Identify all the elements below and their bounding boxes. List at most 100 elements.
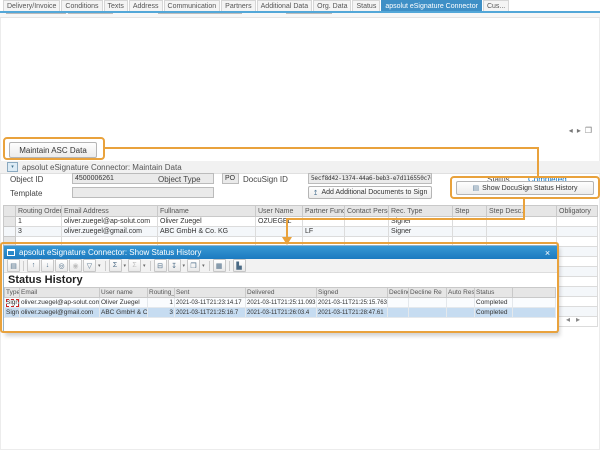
table-cell[interactable]: LF xyxy=(303,227,345,237)
table-cell[interactable] xyxy=(557,257,598,267)
column-header[interactable]: Step Desc. xyxy=(487,206,557,217)
tab-overview-icon[interactable]: ❐ xyxy=(585,126,592,135)
table-cell[interactable]: Oliver Zuegel xyxy=(158,217,256,227)
tab-scroll-right-icon[interactable]: ▸ xyxy=(577,126,581,135)
table-settings-icon[interactable]: ▦ xyxy=(213,259,226,272)
column-header[interactable]: User name xyxy=(100,288,148,298)
table-row[interactable]: Signeroliver.zuegel@gmail.comABC GmbH & … xyxy=(5,308,556,318)
table-cell[interactable] xyxy=(388,308,409,318)
table-cell[interactable] xyxy=(557,287,598,297)
tab-texts[interactable]: Texts xyxy=(104,0,128,11)
table-cell[interactable] xyxy=(453,227,487,237)
column-header[interactable]: Type xyxy=(5,288,20,298)
table-cell[interactable]: 2021-03-11T21:28:47.61 xyxy=(317,308,388,318)
sort-ascending-icon[interactable]: ↑ xyxy=(27,259,40,272)
table-cell[interactable]: ABC GmbH & Co.. xyxy=(100,308,148,318)
maintain-asc-data-button[interactable]: Maintain ASC Data xyxy=(9,142,97,158)
column-header[interactable]: Delivered xyxy=(246,288,317,298)
table-cell[interactable]: Completed xyxy=(475,308,513,318)
table-row[interactable]: Signeroliver.zuegel@ap-solut.comOliver Z… xyxy=(5,298,556,308)
subtotal-icon[interactable]: Σ xyxy=(128,259,141,272)
table-cell[interactable]: 3 xyxy=(148,308,175,318)
table-cell[interactable]: oliver.zuegel@ap-solut.com xyxy=(20,298,100,308)
tab-apsolut-esignature-connector[interactable]: apsolut eSignature Connector xyxy=(381,0,482,11)
table-cell[interactable] xyxy=(345,227,389,237)
local-file-icon-caret[interactable]: ▾ xyxy=(202,263,205,269)
tab-address[interactable]: Address xyxy=(129,0,163,11)
column-header[interactable]: Obligatory xyxy=(557,206,598,217)
table-cell[interactable] xyxy=(557,247,598,257)
pager-prev-icon[interactable]: ◂ xyxy=(566,315,570,324)
table-cell[interactable] xyxy=(557,297,598,307)
graphic-icon[interactable]: ▙ xyxy=(233,259,246,272)
table-row[interactable]: 3oliver.zuegel@gmail.comABC GmbH & Co. K… xyxy=(4,227,598,237)
table-cell[interactable] xyxy=(487,217,557,227)
tab-partners[interactable]: Partners xyxy=(221,0,255,11)
export-icon-caret[interactable]: ▾ xyxy=(183,263,186,269)
local-file-icon[interactable]: ❒ xyxy=(187,259,200,272)
sum-icon[interactable]: Σ xyxy=(109,259,122,272)
sort-descending-icon[interactable]: ↓ xyxy=(41,259,54,272)
tab-conditions[interactable]: Conditions xyxy=(61,0,102,11)
find-next-icon[interactable]: ◉ xyxy=(69,259,82,272)
table-cell[interactable] xyxy=(388,298,409,308)
table-cell[interactable] xyxy=(447,308,475,318)
export-icon[interactable]: ↧ xyxy=(168,259,181,272)
dialog-title-bar[interactable]: apsolut eSignature Connector: Show Statu… xyxy=(4,246,557,259)
table-cell[interactable]: 2021-03-11T21:25:15.763 xyxy=(317,298,388,308)
column-header[interactable]: Status xyxy=(475,288,513,298)
column-header[interactable]: Routing_ xyxy=(148,288,175,298)
column-header[interactable]: Email Address xyxy=(62,206,158,217)
tab-scroll-left-icon[interactable]: ◂ xyxy=(569,126,573,135)
print-icon[interactable]: ⊟ xyxy=(154,259,167,272)
table-cell[interactable] xyxy=(303,217,345,227)
table-cell[interactable] xyxy=(409,298,447,308)
table-cell[interactable]: Signer xyxy=(5,298,20,308)
table-cell[interactable] xyxy=(557,277,598,287)
find-icon[interactable]: ◎ xyxy=(55,259,68,272)
column-header[interactable]: Rec. Type xyxy=(389,206,453,217)
template-field[interactable] xyxy=(72,187,214,198)
tab-delivery-invoice[interactable]: Delivery/Invoice xyxy=(3,0,60,11)
show-history-button[interactable]: ▤ Show DocuSign Status History xyxy=(456,181,594,195)
table-cell[interactable]: Signer xyxy=(5,308,20,318)
table-cell[interactable]: Signer xyxy=(389,227,453,237)
column-header[interactable]: Decline Re xyxy=(409,288,447,298)
column-header[interactable]: Partner Function xyxy=(303,206,345,217)
table-cell[interactable]: 1 xyxy=(16,217,62,227)
tab-status[interactable]: Status xyxy=(352,0,380,11)
column-header[interactable]: User Name xyxy=(256,206,303,217)
table-cell[interactable]: oliver.zuegel@ap-solut.com xyxy=(62,217,158,227)
table-cell[interactable]: ABC GmbH & Co. KG xyxy=(158,227,256,237)
column-header[interactable]: Declined xyxy=(388,288,409,298)
table-cell[interactable] xyxy=(487,227,557,237)
close-icon[interactable]: × xyxy=(541,248,554,258)
subtotal-icon-caret[interactable]: ▾ xyxy=(143,263,146,269)
table-cell[interactable]: 1 xyxy=(148,298,175,308)
filter-icon[interactable]: ▽ xyxy=(83,259,96,272)
table-cell[interactable] xyxy=(557,267,598,277)
sum-icon-caret[interactable]: ▾ xyxy=(124,263,127,269)
add-documents-button[interactable]: ↥ Add Additional Documents to Sign xyxy=(308,186,432,199)
table-cell[interactable] xyxy=(557,217,598,227)
table-cell[interactable]: Signer xyxy=(389,217,453,227)
column-header[interactable] xyxy=(4,206,16,217)
table-cell[interactable]: 3 xyxy=(16,227,62,237)
details-icon[interactable]: ▤ xyxy=(7,259,20,272)
table-cell[interactable] xyxy=(513,308,556,318)
table-cell[interactable] xyxy=(4,217,16,227)
object-type-field[interactable]: PO xyxy=(222,173,239,184)
tray-expand-icon[interactable]: ▾ xyxy=(7,162,18,172)
table-cell[interactable] xyxy=(256,227,303,237)
column-header[interactable]: Email xyxy=(20,288,100,298)
pager-next-icon[interactable]: ▸ xyxy=(576,315,580,324)
table-cell[interactable] xyxy=(453,217,487,227)
table-cell[interactable]: 2021-03-11T21:26:03.4 xyxy=(246,308,317,318)
table-cell[interactable]: oliver.zuegel@gmail.com xyxy=(62,227,158,237)
table-cell[interactable]: 2021-03-11T21:25:16.7 xyxy=(175,308,246,318)
table-cell[interactable] xyxy=(447,298,475,308)
column-header[interactable] xyxy=(513,288,556,298)
table-cell[interactable]: OZUEGEL xyxy=(256,217,303,227)
table-cell[interactable]: Oliver Zuegel xyxy=(100,298,148,308)
tab-org-data[interactable]: Org. Data xyxy=(313,0,351,11)
